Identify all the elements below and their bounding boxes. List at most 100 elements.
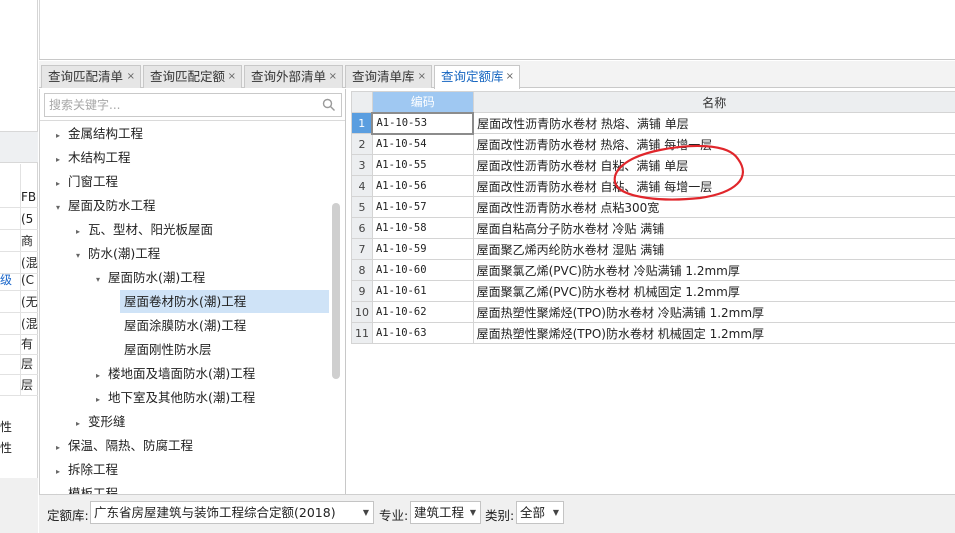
table-row[interactable]: 3 A1-10-55 屋面改性沥青防水卷材 自粘、满铺 单层 — [351, 154, 955, 176]
close-icon[interactable]: × — [127, 66, 135, 87]
quota-code-cell[interactable]: A1-10-63 — [371, 322, 474, 344]
chevron-right-icon[interactable]: ▸ — [96, 364, 106, 387]
chevron-down-icon[interactable]: ▾ — [76, 244, 86, 267]
tree-node-metal-structure[interactable]: ▸ 金属结构工程 — [56, 122, 143, 145]
quota-name-cell[interactable]: 屋面自粘高分子防水卷材 冷贴 满铺 — [472, 217, 955, 239]
tab-query-matched-list[interactable]: 查询匹配清单 × — [41, 65, 141, 88]
tab-query-external-list[interactable]: 查询外部清单 × — [244, 65, 343, 88]
tab-query-quota-library[interactable]: 查询定额库 × — [434, 65, 520, 89]
table-row[interactable]: 9 A1-10-61 屋面聚氯乙烯(PVC)防水卷材 机械固定 1.2mm厚 — [351, 280, 955, 302]
tree-node-roof-membrane[interactable]: 屋面卷材防水(潮)工程 — [120, 290, 329, 313]
tree-node-roof-coating[interactable]: 屋面涂膜防水(潮)工程 — [124, 314, 246, 337]
quota-code-cell[interactable]: A1-10-56 — [371, 175, 474, 197]
close-icon[interactable]: × — [506, 66, 514, 87]
table-row[interactable]: 2 A1-10-54 屋面改性沥青防水卷材 热熔、满铺 每增一层 — [351, 133, 955, 155]
row-number: 6 — [351, 217, 373, 239]
chevron-down-icon[interactable]: ▼ — [553, 502, 559, 523]
quota-name-cell[interactable]: 屋面改性沥青防水卷材 热熔、满铺 单层 — [472, 112, 955, 134]
row-number-header — [351, 91, 373, 113]
quota-name-cell[interactable]: 屋面改性沥青防水卷材 热熔、满铺 每增一层 — [472, 133, 955, 155]
table-row[interactable]: 7 A1-10-59 屋面聚乙烯丙纶防水卷材 湿贴 满铺 — [351, 238, 955, 260]
left-cell: (无 — [0, 291, 38, 313]
chevron-right-icon[interactable]: ▸ — [56, 484, 66, 494]
chevron-right-icon[interactable]: ▸ — [96, 388, 106, 411]
tree-node-wood-structure[interactable]: ▸ 木结构工程 — [56, 146, 131, 169]
quota-name-cell[interactable]: 屋面改性沥青防水卷材 点粘300宽 — [472, 196, 955, 218]
quota-code-cell[interactable]: A1-10-54 — [371, 133, 474, 155]
quota-name-cell[interactable]: 屋面热塑性聚烯烃(TPO)防水卷材 机械固定 1.2mm厚 — [472, 322, 955, 344]
quota-code-cell[interactable]: A1-10-57 — [371, 196, 474, 218]
tree-node-label: 地下室及其他防水(潮)工程 — [108, 390, 256, 405]
chevron-right-icon[interactable]: ▸ — [76, 220, 86, 243]
left-cell: (5 — [0, 208, 38, 230]
table-header-row: 编码 名称 — [351, 91, 955, 113]
quota-code-cell[interactable]: A1-10-58 — [371, 217, 474, 239]
quota-code-cell[interactable]: A1-10-61 — [371, 280, 474, 302]
quota-name-cell[interactable]: 屋面聚氯乙烯(PVC)防水卷材 机械固定 1.2mm厚 — [472, 280, 955, 302]
search-icon[interactable] — [322, 98, 336, 112]
category-value: 全部 — [520, 505, 546, 520]
tree-node-demolition[interactable]: ▸ 拆除工程 — [56, 458, 118, 481]
quota-name-cell[interactable]: 屋面热塑性聚烯烃(TPO)防水卷材 冷贴满铺 1.2mm厚 — [472, 301, 955, 323]
category-select[interactable]: 全部 ▼ — [516, 501, 564, 524]
chevron-right-icon[interactable]: ▸ — [56, 124, 66, 147]
close-icon[interactable]: × — [228, 66, 236, 87]
tab-query-matched-quota[interactable]: 查询匹配定额 × — [143, 65, 242, 88]
table-row[interactable]: 6 A1-10-58 屋面自粘高分子防水卷材 冷贴 满铺 — [351, 217, 955, 239]
table-row[interactable]: 4 A1-10-56 屋面改性沥青防水卷材 自粘、满铺 每增一层 — [351, 175, 955, 197]
tree-node-insulation-anticorrosion[interactable]: ▸ 保温、隔热、防腐工程 — [56, 434, 193, 457]
table-row[interactable]: 10 A1-10-62 屋面热塑性聚烯烃(TPO)防水卷材 冷贴满铺 1.2mm厚 — [351, 301, 955, 323]
quota-name-cell[interactable]: 屋面聚乙烯丙纶防水卷材 湿贴 满铺 — [472, 238, 955, 260]
close-icon[interactable]: × — [418, 66, 426, 87]
chevron-right-icon[interactable]: ▸ — [56, 436, 66, 459]
quota-library-value: 广东省房屋建筑与装饰工程综合定额(2018) — [94, 505, 336, 520]
tree-node-label: 防水(潮)工程 — [88, 246, 161, 261]
chevron-down-icon[interactable]: ▾ — [96, 268, 106, 291]
column-header-name[interactable]: 名称 — [472, 91, 955, 113]
chevron-right-icon[interactable]: ▸ — [76, 412, 86, 435]
table-row[interactable]: 8 A1-10-60 屋面聚氯乙烯(PVC)防水卷材 冷贴满铺 1.2mm厚 — [351, 259, 955, 281]
query-tab-bar: 查询匹配清单 × 查询匹配定额 × 查询外部清单 × 查询清单库 × 查询定额库… — [39, 61, 955, 89]
tree-node-tile-sheet-roof[interactable]: ▸ 瓦、型材、阳光板屋面 — [76, 218, 213, 241]
tree-node-roof-waterproof-damp[interactable]: ▾ 屋面防水(潮)工程 — [96, 266, 205, 289]
major-select[interactable]: 建筑工程 ▼ — [410, 501, 481, 524]
chevron-down-icon[interactable]: ▼ — [470, 502, 476, 523]
tab-query-list-library[interactable]: 查询清单库 × — [345, 65, 432, 88]
column-header-code[interactable]: 编码 — [371, 91, 474, 113]
chevron-right-icon[interactable]: ▸ — [56, 460, 66, 483]
quota-code-cell[interactable]: A1-10-55 — [371, 154, 474, 176]
tree-node-roof-rigid[interactable]: 屋面刚性防水层 — [124, 338, 212, 361]
tree-node-deformation-joint[interactable]: ▸ 变形缝 — [76, 410, 126, 433]
tree-node-roof-waterproof[interactable]: ▾ 屋面及防水工程 — [56, 194, 156, 217]
row-number: 5 — [351, 196, 373, 218]
tree-node-floor-wall-waterproof[interactable]: ▸ 楼地面及墙面防水(潮)工程 — [96, 362, 255, 385]
quota-name-cell[interactable]: 屋面改性沥青防水卷材 自粘、满铺 每增一层 — [472, 175, 955, 197]
tree-node-formwork[interactable]: ▸模板工程 — [56, 482, 118, 494]
table-row[interactable]: 5 A1-10-57 屋面改性沥青防水卷材 点粘300宽 — [351, 196, 955, 218]
chevron-right-icon[interactable]: ▸ — [56, 148, 66, 171]
tree-node-doors-windows[interactable]: ▸ 门窗工程 — [56, 170, 118, 193]
chevron-right-icon[interactable]: ▸ — [56, 172, 66, 195]
filter-bar: 定额库: 广东省房屋建筑与装饰工程综合定额(2018) ▼ 专业: 建筑工程 ▼… — [39, 494, 955, 533]
row-number: 9 — [351, 280, 373, 302]
quota-code-cell[interactable]: A1-10-59 — [371, 238, 474, 260]
quota-name-cell[interactable]: 屋面聚氯乙烯(PVC)防水卷材 冷贴满铺 1.2mm厚 — [472, 259, 955, 281]
quota-name-cell[interactable]: 屋面改性沥青防水卷材 自粘、满铺 单层 — [472, 154, 955, 176]
quota-code-cell[interactable]: A1-10-60 — [371, 259, 474, 281]
chevron-down-icon[interactable]: ▼ — [363, 502, 369, 523]
quota-library-select[interactable]: 广东省房屋建筑与装饰工程综合定额(2018) ▼ — [90, 501, 374, 524]
quota-code-cell[interactable]: A1-10-53 — [371, 111, 475, 135]
tree-scrollbar[interactable] — [332, 203, 340, 379]
major-value: 建筑工程 — [414, 505, 465, 520]
left-cell: 商 — [0, 230, 38, 252]
close-icon[interactable]: × — [329, 66, 337, 87]
table-row[interactable]: 1 A1-10-53 屋面改性沥青防水卷材 热熔、满铺 单层 — [351, 111, 955, 135]
search-input[interactable] — [44, 93, 342, 117]
tree-node-label: 屋面卷材防水(潮)工程 — [124, 294, 247, 309]
chapter-tree-panel: ▸金属结构工程 ▸木结构工程 ▸门窗工程 ▾屋面及防水工程 ▸瓦、型材、阳光板屋… — [40, 89, 346, 494]
table-row[interactable]: 11 A1-10-63 屋面热塑性聚烯烃(TPO)防水卷材 机械固定 1.2mm厚 — [351, 322, 955, 344]
chevron-down-icon[interactable]: ▾ — [56, 196, 66, 219]
tree-node-waterproof-damp[interactable]: ▾ 防水(潮)工程 — [76, 242, 160, 265]
quota-code-cell[interactable]: A1-10-62 — [371, 301, 474, 323]
tree-node-basement-waterproof[interactable]: ▸ 地下室及其他防水(潮)工程 — [96, 386, 255, 409]
